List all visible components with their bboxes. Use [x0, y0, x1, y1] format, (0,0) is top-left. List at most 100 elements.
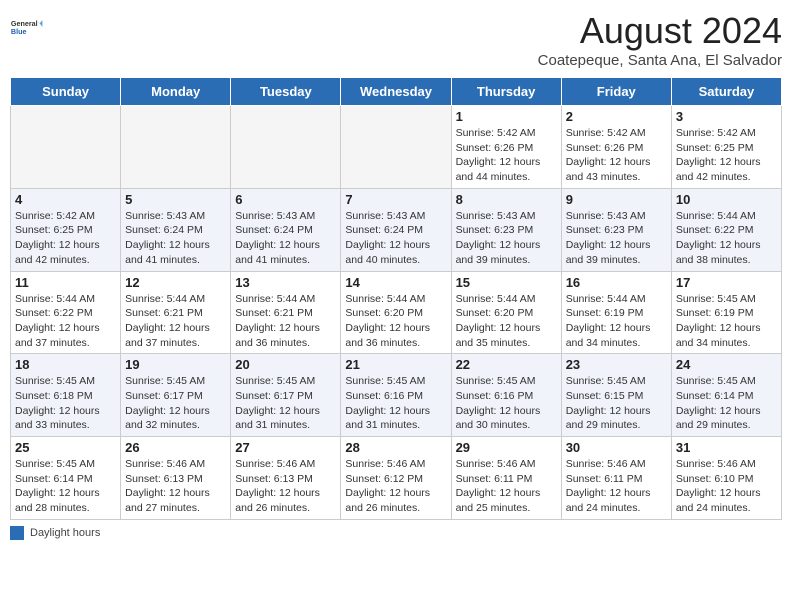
- calendar-cell-5-1: 25 Sunrise: 5:45 AM Sunset: 6:14 PM Dayli…: [11, 437, 121, 520]
- day-info: Sunrise: 5:43 AM Sunset: 6:24 PM Dayligh…: [235, 209, 336, 268]
- day-number: 2: [566, 109, 667, 124]
- day-info: Sunrise: 5:43 AM Sunset: 6:23 PM Dayligh…: [456, 209, 557, 268]
- day-header-thursday: Thursday: [451, 78, 561, 106]
- day-info: Sunrise: 5:46 AM Sunset: 6:10 PM Dayligh…: [676, 457, 777, 516]
- day-number: 25: [15, 440, 116, 455]
- day-number: 4: [15, 192, 116, 207]
- svg-text:Blue: Blue: [11, 27, 27, 36]
- calendar-cell-2-5: 8 Sunrise: 5:43 AM Sunset: 6:23 PM Daylig…: [451, 188, 561, 271]
- calendar-cell-5-4: 28 Sunrise: 5:46 AM Sunset: 6:12 PM Dayli…: [341, 437, 451, 520]
- calendar-cell-5-7: 31Sunrise: 5:46 AM Sunset: 6:10 PM Dayli…: [671, 437, 781, 520]
- day-info: Sunrise: 5:46 AM Sunset: 6:11 PM Dayligh…: [456, 457, 557, 516]
- day-info: Sunrise: 5:45 AM Sunset: 6:14 PM Dayligh…: [676, 374, 777, 433]
- day-number: 6: [235, 192, 336, 207]
- calendar-cell-1-7: 3 Sunrise: 5:42 AM Sunset: 6:25 PM Daylig…: [671, 106, 781, 189]
- day-info: Sunrise: 5:46 AM Sunset: 6:12 PM Dayligh…: [345, 457, 446, 516]
- day-info: Sunrise: 5:42 AM Sunset: 6:25 PM Dayligh…: [15, 209, 116, 268]
- day-info: Sunrise: 5:45 AM Sunset: 6:14 PM Dayligh…: [15, 457, 116, 516]
- day-number: 3: [676, 109, 777, 124]
- day-header-sunday: Sunday: [11, 78, 121, 106]
- day-number: 10: [676, 192, 777, 207]
- logo: GeneralBlue: [10, 10, 46, 46]
- day-number: 22: [456, 357, 557, 372]
- calendar-cell-3-3: 13 Sunrise: 5:44 AM Sunset: 6:21 PM Dayli…: [231, 271, 341, 354]
- day-info: Sunrise: 5:43 AM Sunset: 6:24 PM Dayligh…: [125, 209, 226, 268]
- calendar-cell-4-6: 23Sunrise: 5:45 AM Sunset: 6:15 PM Dayli…: [561, 354, 671, 437]
- calendar-cell-4-1: 18 Sunrise: 5:45 AM Sunset: 6:18 PM Dayli…: [11, 354, 121, 437]
- header: GeneralBlue August 2024 Coatepeque, Sant…: [10, 10, 782, 69]
- calendar-cell-1-4: [341, 106, 451, 189]
- day-number: 13: [235, 275, 336, 290]
- day-info: Sunrise: 5:42 AM Sunset: 6:25 PM Dayligh…: [676, 126, 777, 185]
- calendar-cell-4-4: 21Sunrise: 5:45 AM Sunset: 6:16 PM Dayli…: [341, 354, 451, 437]
- day-number: 15: [456, 275, 557, 290]
- title-block: August 2024 Coatepeque, Santa Ana, El Sa…: [538, 10, 782, 69]
- svg-text:General: General: [11, 19, 38, 28]
- calendar-cell-2-6: 9 Sunrise: 5:43 AM Sunset: 6:23 PM Daylig…: [561, 188, 671, 271]
- calendar-cell-5-3: 27Sunrise: 5:46 AM Sunset: 6:13 PM Dayli…: [231, 437, 341, 520]
- calendar-cell-5-5: 29Sunrise: 5:46 AM Sunset: 6:11 PM Dayli…: [451, 437, 561, 520]
- calendar-cell-1-6: 2 Sunrise: 5:42 AM Sunset: 6:26 PM Daylig…: [561, 106, 671, 189]
- calendar-cell-1-1: [11, 106, 121, 189]
- day-number: 7: [345, 192, 446, 207]
- calendar-cell-3-7: 17Sunrise: 5:45 AM Sunset: 6:19 PM Dayli…: [671, 271, 781, 354]
- calendar-cell-5-6: 30Sunrise: 5:46 AM Sunset: 6:11 PM Dayli…: [561, 437, 671, 520]
- day-number: 1: [456, 109, 557, 124]
- logo-icon: GeneralBlue: [10, 10, 46, 46]
- legend: Daylight hours: [10, 526, 782, 540]
- day-info: Sunrise: 5:44 AM Sunset: 6:22 PM Dayligh…: [676, 209, 777, 268]
- day-number: 27: [235, 440, 336, 455]
- calendar-cell-3-4: 14Sunrise: 5:44 AM Sunset: 6:20 PM Dayli…: [341, 271, 451, 354]
- days-header-row: SundayMondayTuesdayWednesdayThursdayFrid…: [11, 78, 782, 106]
- day-info: Sunrise: 5:44 AM Sunset: 6:19 PM Dayligh…: [566, 292, 667, 351]
- day-number: 18: [15, 357, 116, 372]
- week-row-1: 1 Sunrise: 5:42 AM Sunset: 6:26 PM Daylig…: [11, 106, 782, 189]
- day-number: 8: [456, 192, 557, 207]
- day-info: Sunrise: 5:45 AM Sunset: 6:18 PM Dayligh…: [15, 374, 116, 433]
- day-header-wednesday: Wednesday: [341, 78, 451, 106]
- day-number: 21: [345, 357, 446, 372]
- day-number: 12: [125, 275, 226, 290]
- calendar-cell-3-5: 15 Sunrise: 5:44 AM Sunset: 6:20 PM Dayli…: [451, 271, 561, 354]
- day-info: Sunrise: 5:42 AM Sunset: 6:26 PM Dayligh…: [566, 126, 667, 185]
- calendar-cell-4-7: 24 Sunrise: 5:45 AM Sunset: 6:14 PM Dayli…: [671, 354, 781, 437]
- day-info: Sunrise: 5:45 AM Sunset: 6:17 PM Dayligh…: [125, 374, 226, 433]
- day-info: Sunrise: 5:44 AM Sunset: 6:22 PM Dayligh…: [15, 292, 116, 351]
- day-number: 16: [566, 275, 667, 290]
- day-number: 26: [125, 440, 226, 455]
- day-info: Sunrise: 5:44 AM Sunset: 6:20 PM Dayligh…: [456, 292, 557, 351]
- page-title: August 2024: [538, 10, 782, 52]
- day-info: Sunrise: 5:45 AM Sunset: 6:15 PM Dayligh…: [566, 374, 667, 433]
- calendar-table: SundayMondayTuesdayWednesdayThursdayFrid…: [10, 77, 782, 520]
- calendar-cell-2-1: 4 Sunrise: 5:42 AM Sunset: 6:25 PM Daylig…: [11, 188, 121, 271]
- calendar-cell-3-1: 11 Sunrise: 5:44 AM Sunset: 6:22 PM Dayli…: [11, 271, 121, 354]
- calendar-cell-4-2: 19 Sunrise: 5:45 AM Sunset: 6:17 PM Dayli…: [121, 354, 231, 437]
- calendar-cell-2-4: 7Sunrise: 5:43 AM Sunset: 6:24 PM Daylig…: [341, 188, 451, 271]
- calendar-cell-3-2: 12Sunrise: 5:44 AM Sunset: 6:21 PM Dayli…: [121, 271, 231, 354]
- day-number: 24: [676, 357, 777, 372]
- day-number: 19: [125, 357, 226, 372]
- day-number: 5: [125, 192, 226, 207]
- calendar-cell-1-3: [231, 106, 341, 189]
- week-row-5: 25 Sunrise: 5:45 AM Sunset: 6:14 PM Dayli…: [11, 437, 782, 520]
- day-number: 14: [345, 275, 446, 290]
- day-number: 20: [235, 357, 336, 372]
- day-info: Sunrise: 5:42 AM Sunset: 6:26 PM Dayligh…: [456, 126, 557, 185]
- legend-color-box: [10, 526, 24, 540]
- week-row-3: 11 Sunrise: 5:44 AM Sunset: 6:22 PM Dayli…: [11, 271, 782, 354]
- day-header-tuesday: Tuesday: [231, 78, 341, 106]
- day-info: Sunrise: 5:46 AM Sunset: 6:13 PM Dayligh…: [125, 457, 226, 516]
- day-number: 11: [15, 275, 116, 290]
- day-header-friday: Friday: [561, 78, 671, 106]
- calendar-cell-5-2: 26 Sunrise: 5:46 AM Sunset: 6:13 PM Dayli…: [121, 437, 231, 520]
- calendar-cell-2-3: 6 Sunrise: 5:43 AM Sunset: 6:24 PM Daylig…: [231, 188, 341, 271]
- day-number: 9: [566, 192, 667, 207]
- day-info: Sunrise: 5:44 AM Sunset: 6:21 PM Dayligh…: [235, 292, 336, 351]
- week-row-2: 4 Sunrise: 5:42 AM Sunset: 6:25 PM Daylig…: [11, 188, 782, 271]
- day-number: 17: [676, 275, 777, 290]
- day-info: Sunrise: 5:43 AM Sunset: 6:23 PM Dayligh…: [566, 209, 667, 268]
- day-number: 28: [345, 440, 446, 455]
- legend-label: Daylight hours: [30, 527, 100, 539]
- calendar-cell-4-5: 22Sunrise: 5:45 AM Sunset: 6:16 PM Dayli…: [451, 354, 561, 437]
- day-info: Sunrise: 5:46 AM Sunset: 6:11 PM Dayligh…: [566, 457, 667, 516]
